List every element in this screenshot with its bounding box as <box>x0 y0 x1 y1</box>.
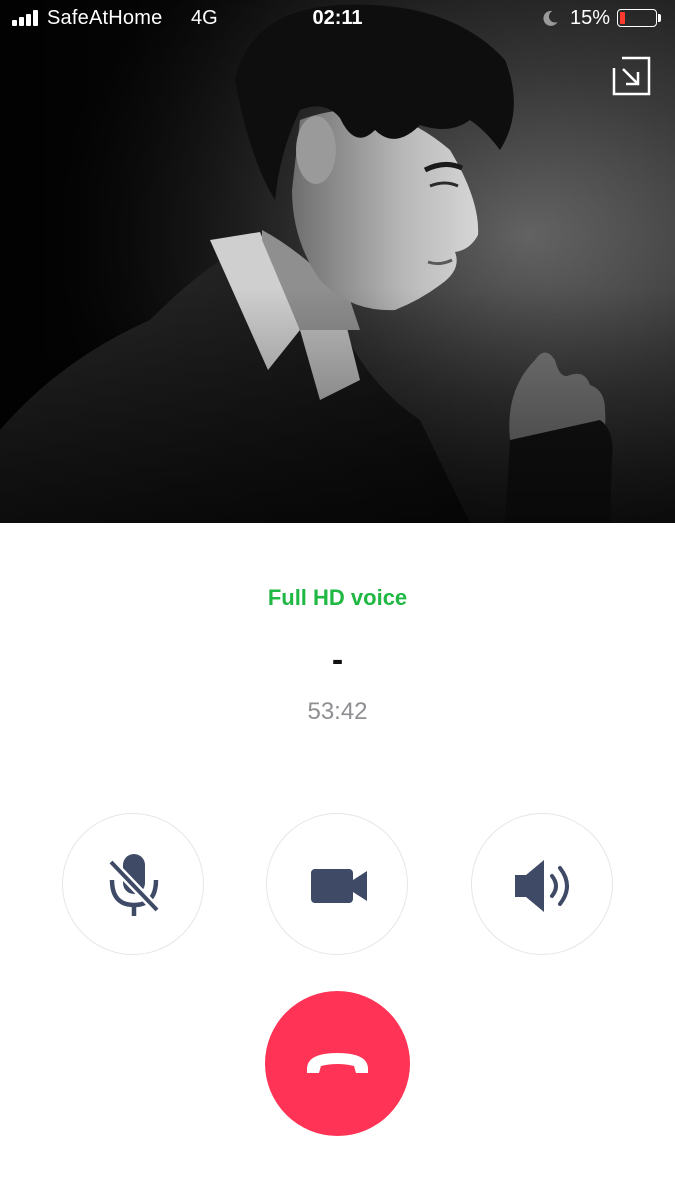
moon-icon <box>543 10 558 26</box>
call-quality-label: Full HD voice <box>267 585 408 610</box>
video-button[interactable] <box>266 813 408 955</box>
speaker-volume-icon <box>515 860 569 912</box>
battery-percentage: 15% <box>570 7 611 29</box>
speaker-button[interactable] <box>471 813 613 955</box>
call-duration: 53:42 <box>307 698 368 725</box>
battery-level-fill <box>620 12 625 24</box>
end-call-button[interactable] <box>265 991 410 1136</box>
microphone-muted-icon <box>107 854 161 916</box>
mute-button[interactable] <box>62 813 204 955</box>
video-camera-icon <box>311 869 367 903</box>
minimize-call-button[interactable] <box>612 56 652 96</box>
minimize-window-icon <box>612 56 651 96</box>
status-bar: SafeAtHome 4G 02:11 15% <box>0 0 675 38</box>
caller-name: - <box>331 641 344 679</box>
phone-hangup-icon <box>307 1053 368 1073</box>
voice-call-screen: SafeAtHome 4G 02:11 15% Full HD voice - … <box>0 0 675 1200</box>
caller-photo <box>0 0 675 523</box>
battery-icon <box>617 9 657 27</box>
battery-tip <box>658 14 661 22</box>
